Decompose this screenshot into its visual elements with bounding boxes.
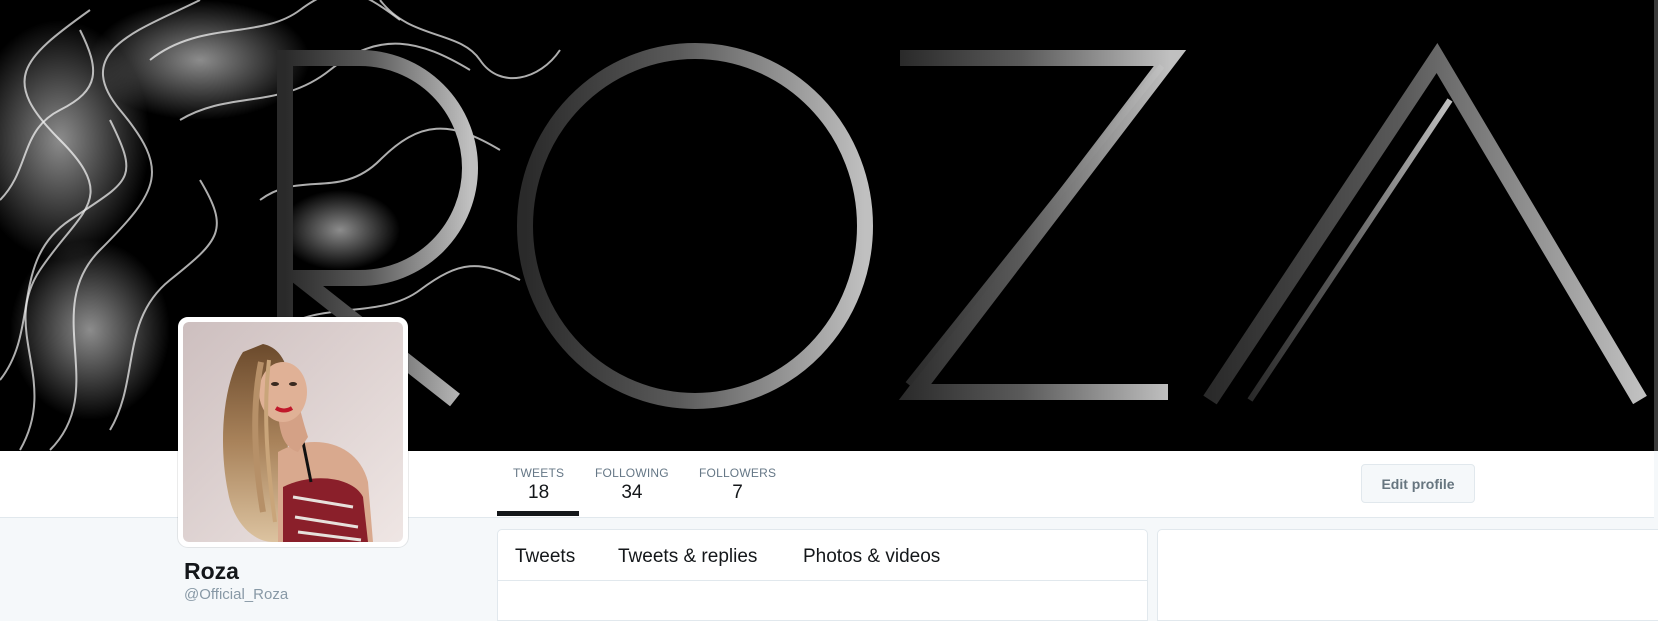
timeline-card: Tweets Tweets & replies Photos & videos <box>497 529 1148 621</box>
stat-followers-value: 7 <box>732 482 743 503</box>
stat-tweets-label: TWEETS <box>513 466 565 480</box>
profile-avatar[interactable] <box>178 317 408 547</box>
page-scrollbar[interactable] <box>1654 0 1658 451</box>
tab-tweets-replies[interactable]: Tweets & replies <box>618 546 757 568</box>
tab-tweets[interactable]: Tweets <box>515 546 575 568</box>
stat-followers[interactable]: FOLLOWERS 7 <box>699 466 776 504</box>
profile-name[interactable]: Roza <box>184 558 239 585</box>
stat-tweets[interactable]: TWEETS 18 <box>513 466 564 504</box>
stat-followers-label: FOLLOWERS <box>699 466 777 480</box>
stat-following-value: 34 <box>621 482 643 503</box>
tab-photos-videos[interactable]: Photos & videos <box>803 546 940 568</box>
stat-following[interactable]: FOLLOWING 34 <box>595 466 669 504</box>
profile-handle[interactable]: @Official_Roza <box>184 586 288 603</box>
stat-tweets-value: 18 <box>528 482 550 503</box>
edit-profile-button[interactable]: Edit profile <box>1361 464 1475 503</box>
avatar-photo <box>183 322 403 542</box>
sidebar-card <box>1157 529 1658 621</box>
timeline-tabs: Tweets Tweets & replies Photos & videos <box>498 530 1147 581</box>
active-stat-indicator <box>497 511 579 516</box>
stat-following-label: FOLLOWING <box>595 466 669 480</box>
